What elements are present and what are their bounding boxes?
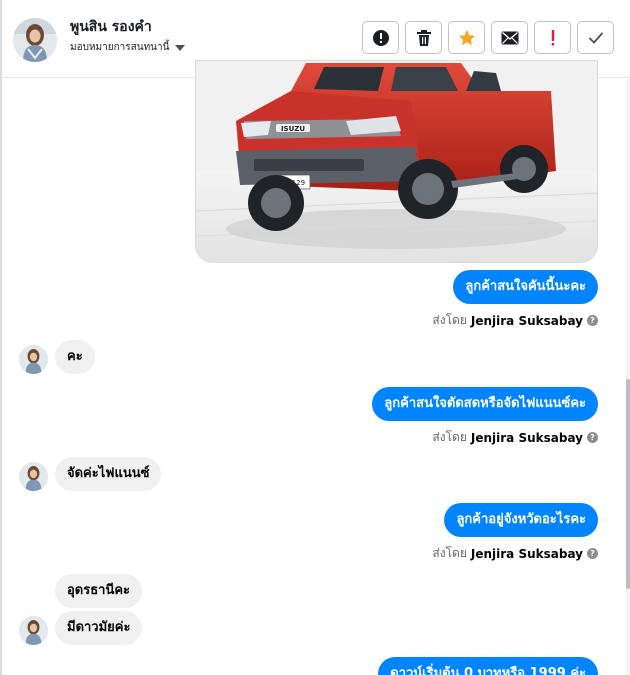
message-bubble-incoming[interactable]: คะ — [55, 340, 95, 374]
contact-message-avatar[interactable] — [19, 462, 48, 491]
message-bubble-outgoing[interactable]: ลูกค้าสนใจคันนี้นะคะ — [453, 270, 598, 304]
sent-by-line: ส่งโดย Jenjira Suksabay ? — [432, 311, 598, 330]
sent-by-agent[interactable]: Jenjira Suksabay — [471, 431, 583, 445]
message-bubble-outgoing[interactable]: ลูกค้าอยู่จังหวัดอะไรคะ — [444, 503, 598, 537]
sent-by-line: ส่งโดย Jenjira Suksabay ? — [432, 544, 598, 563]
sent-by-agent[interactable]: Jenjira Suksabay — [471, 314, 583, 328]
mark-spam-button[interactable] — [362, 21, 399, 54]
exclamation-icon — [551, 29, 554, 46]
assign-conversation-dropdown[interactable]: มอบหมายการสนทนานี้ — [70, 40, 186, 55]
help-icon[interactable]: ? — [587, 432, 598, 443]
sent-by-line: ส่งโดย Jenjira Suksabay ? — [432, 428, 598, 447]
trash-icon — [416, 29, 431, 46]
sent-by-agent[interactable]: Jenjira Suksabay — [471, 547, 583, 561]
done-button[interactable] — [577, 21, 614, 54]
conversation-actions — [362, 21, 614, 54]
shared-car-photo[interactable]: ISUZU ฎง 4129 — [195, 60, 598, 263]
help-icon[interactable]: ? — [587, 548, 598, 559]
message-bubble-incoming[interactable]: จัดค่ะไฟแนนซ์ — [55, 457, 162, 491]
car-brand-badge: ISUZU — [281, 125, 305, 133]
star-icon — [458, 29, 475, 45]
help-icon[interactable]: ? — [587, 315, 598, 326]
scrollbar-thumb[interactable] — [626, 379, 630, 589]
conversation-scrollbar[interactable] — [626, 79, 630, 675]
mail-icon — [501, 31, 518, 44]
mark-important-button[interactable] — [534, 21, 571, 54]
contact-avatar[interactable] — [13, 18, 57, 62]
left-border — [0, 0, 2, 675]
sent-by-prefix: ส่งโดย — [432, 313, 467, 327]
message-bubble-incoming[interactable]: มีดาวมัยค่ะ — [55, 611, 143, 645]
alert-circle-icon — [372, 29, 389, 46]
check-icon — [588, 32, 603, 43]
sent-by-prefix: ส่งโดย — [432, 546, 467, 560]
caret-down-icon — [175, 44, 186, 51]
mark-unread-button[interactable] — [491, 21, 528, 54]
delete-button[interactable] — [405, 21, 442, 54]
sent-by-prefix: ส่งโดย — [432, 430, 467, 444]
message-bubble-outgoing[interactable]: ดาวน์เริ่มต้น 0 บาทหรือ 1999 ค่ะ — [378, 657, 598, 675]
assign-conversation-label: มอบหมายการสนทนานี้ — [70, 42, 170, 53]
contact-message-avatar[interactable] — [19, 345, 48, 374]
contact-name: พูนสิน รองคำ — [70, 19, 152, 35]
star-button[interactable] — [448, 21, 485, 54]
message-bubble-incoming[interactable]: อุดรธานีคะ — [55, 574, 143, 608]
contact-message-avatar[interactable] — [19, 616, 48, 645]
message-bubble-outgoing[interactable]: ลูกค้าสนใจตัดสดหรือจัดไฟแนนซ์คะ — [372, 387, 598, 421]
